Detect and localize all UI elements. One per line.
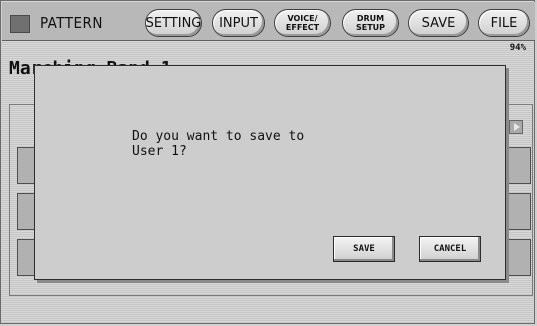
voice-effect-button[interactable]: VOICE/ EFFECT [274,9,331,37]
dialog-message: Do you want to save to User 1? [132,129,304,159]
setting-button[interactable]: SETTING [145,9,202,37]
top-bar: PATTERN SETTING INPUT VOICE/ EFFECT DRUM… [2,2,535,41]
page-title: PATTERN [40,14,103,32]
dialog-message-line-2: User 1? [132,144,187,159]
level-readout: 94% [509,43,526,53]
screen-frame: PATTERN SETTING INPUT VOICE/ EFFECT DRUM… [0,0,535,324]
dialog-cancel-button[interactable]: CANCEL [419,236,481,262]
file-button[interactable]: FILE [478,9,530,37]
drum-setup-label-1: DRUM [356,14,385,23]
drum-setup-button[interactable]: DRUM SETUP [342,9,399,37]
save-dialog: Do you want to save to User 1? SAVE CANC… [34,65,506,280]
input-button[interactable]: INPUT [212,9,265,37]
dialog-message-line-1: Do you want to save to [132,129,305,144]
save-tab-button[interactable]: SAVE [408,9,469,37]
drum-setup-label-2: SETUP [355,23,386,32]
voice-effect-label-2: EFFECT [285,23,320,32]
play-triangle-icon[interactable] [509,120,523,134]
page-icon [10,15,30,33]
dialog-save-button[interactable]: SAVE [333,236,395,262]
voice-effect-label-1: VOICE/ [287,14,318,23]
